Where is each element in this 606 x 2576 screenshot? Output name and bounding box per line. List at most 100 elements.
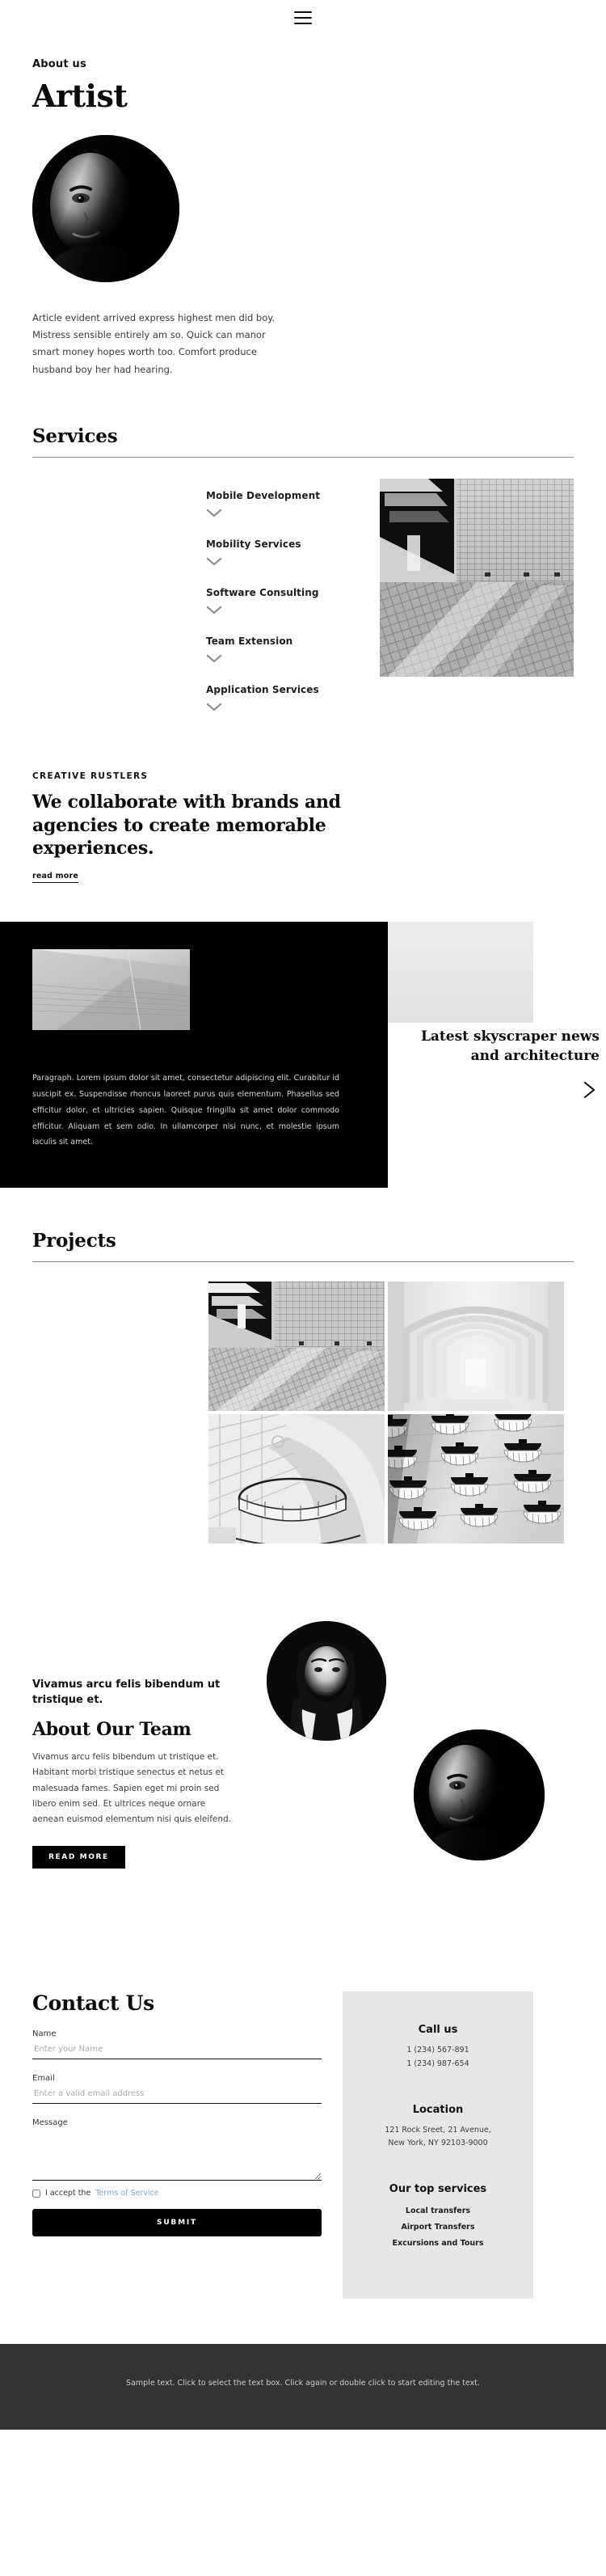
hamburger-bar [294, 11, 312, 13]
name-label: Name [32, 2029, 57, 2039]
email-label: Email [32, 2074, 55, 2084]
top-service-item[interactable]: Local transfers [357, 2203, 519, 2219]
service-label: Mobility Services [206, 538, 301, 550]
page-title: Artist [32, 78, 128, 114]
grey-accent-panel [388, 921, 533, 1023]
terms-row[interactable]: I accept the Terms of Service [32, 2189, 322, 2198]
team-paragraph: Vivamus arcu felis bibendum ut tristique… [32, 1751, 232, 1825]
phone-number-2[interactable]: 1 (234) 987-654 [357, 2058, 519, 2071]
service-item[interactable]: Application Services [206, 684, 373, 712]
hamburger-bar [294, 23, 312, 24]
name-input[interactable] [32, 2038, 322, 2060]
hamburger-icon[interactable] [294, 11, 312, 24]
avatar [32, 134, 179, 282]
services-photo [380, 478, 574, 677]
top-service-item[interactable]: Airport Transfers [357, 2219, 519, 2236]
contact-info-panel: Call us 1 (234) 567-891 1 (234) 987-654 … [343, 1991, 533, 2299]
projects-heading: Projects [32, 1230, 116, 1252]
chevron-right-icon[interactable] [579, 1079, 600, 1100]
services-accordion: Mobile Development Mobility Services Sof… [206, 479, 373, 712]
name-field-group: Name [32, 2029, 322, 2060]
read-more-link[interactable]: read more [32, 872, 79, 883]
submit-button[interactable]: SUBMIT [32, 2209, 322, 2237]
projects-section: Projects [0, 1230, 606, 1544]
site-footer: Sample text. Click to select the text bo… [0, 2343, 606, 2430]
team-title: About Our Team [32, 1718, 191, 1740]
call-us-group: Call us 1 (234) 567-891 1 (234) 987-654 [357, 2024, 519, 2071]
email-input[interactable] [32, 2083, 322, 2105]
angular-building-shadows-photo [208, 1282, 385, 1412]
location-heading: Location [412, 2103, 464, 2116]
services-section: Services Mobile Development Mobility Ser… [0, 425, 606, 712]
read-more-button[interactable]: READ MORE [32, 1845, 125, 1869]
chevron-down-icon[interactable] [206, 703, 222, 712]
curved-balcony-interior-photo [208, 1414, 385, 1544]
team-avatar-man [414, 1729, 545, 1861]
hero-section: About us Artist Article evident arrived … [0, 36, 606, 378]
service-item[interactable]: Mobile Development [206, 490, 373, 517]
section-divider [32, 456, 574, 458]
dark-block-paragraph: Paragraph. Lorem ipsum dolor sit amet, c… [32, 1073, 339, 1147]
stacked-balconies-facade-photo [388, 1414, 564, 1544]
top-services-heading: Our top services [389, 2182, 487, 2195]
service-label: Application Services [206, 683, 319, 695]
chevron-down-icon[interactable] [206, 654, 222, 663]
dark-content-block: Paragraph. Lorem ipsum dolor sit amet, c… [0, 921, 388, 1189]
location-group: Location 121 Rock Sreet, 21 Avenue, New … [357, 2104, 519, 2151]
team-avatar-woman [267, 1621, 386, 1742]
abstract-ceiling-photo [32, 948, 190, 1030]
chevron-down-icon[interactable] [206, 606, 222, 614]
white-arches-corridor-photo [388, 1282, 564, 1412]
site-header [0, 0, 606, 36]
news-section: Paragraph. Lorem ipsum dolor sit amet, c… [0, 921, 606, 1189]
contact-form: Contact Us Name Email Message I accept t… [32, 1991, 322, 2237]
service-label: Software Consulting [206, 586, 319, 598]
collaborate-title: We collaborate with brands and agencies … [32, 791, 341, 859]
latest-news-block: Latest skyscraper news and architecture [388, 1027, 606, 1100]
service-label: Team Extension [206, 635, 293, 647]
project-tile[interactable] [208, 1414, 385, 1544]
services-heading: Services [32, 424, 118, 447]
phone-number-1[interactable]: 1 (234) 567-891 [357, 2044, 519, 2058]
projects-grid [208, 1282, 564, 1544]
email-field-group: Email [32, 2074, 322, 2105]
latest-news-title: Latest skyscraper news and architecture [420, 1028, 600, 1065]
top-services-group: Our top services Local transfers Airport… [357, 2183, 519, 2252]
woman-portrait-photo [267, 1621, 386, 1742]
contact-heading: Contact Us [32, 1991, 154, 2016]
team-kicker: Vivamus arcu felis bibendum ut tristique… [32, 1679, 221, 1706]
team-section: Vivamus arcu felis bibendum ut tristique… [0, 1607, 606, 1922]
message-field-group: Message [32, 2118, 322, 2181]
hero-eyebrow: About us [32, 58, 86, 70]
footer-text: Sample text. Click to select the text bo… [126, 2378, 480, 2388]
team-text-block: Vivamus arcu felis bibendum ut tristique… [32, 1607, 234, 1869]
top-service-item[interactable]: Excursions and Tours [357, 2236, 519, 2252]
hamburger-bar [294, 17, 312, 19]
project-tile[interactable] [208, 1282, 385, 1412]
dark-block-photo [32, 948, 190, 1030]
terms-of-service-link[interactable]: Terms of Service [95, 2189, 158, 2198]
chevron-down-icon[interactable] [206, 509, 222, 517]
man-portrait-photo [414, 1729, 545, 1861]
service-item[interactable]: Software Consulting [206, 587, 373, 614]
man-portrait-photo [32, 134, 179, 282]
service-item[interactable]: Mobility Services [206, 538, 373, 566]
address-line-2: New York, NY 92103-9000 [388, 2139, 488, 2148]
message-label: Message [32, 2118, 68, 2128]
service-item[interactable]: Team Extension [206, 636, 373, 663]
collaborate-eyebrow: CREATIVE RUSTLERS [32, 771, 149, 781]
call-us-heading: Call us [418, 2024, 458, 2037]
service-label: Mobile Development [206, 489, 321, 501]
message-textarea[interactable] [32, 2129, 322, 2181]
angular-building-shadows-photo [380, 478, 574, 677]
terms-checkbox[interactable] [32, 2189, 40, 2198]
project-tile[interactable] [388, 1414, 564, 1544]
project-tile[interactable] [388, 1282, 564, 1412]
terms-prefix: I accept the [45, 2189, 91, 2198]
hero-paragraph: Article evident arrived express highest … [32, 311, 276, 375]
contact-section: Contact Us Name Email Message I accept t… [0, 1991, 606, 2299]
section-divider [32, 1261, 574, 1263]
collaborate-section: CREATIVE RUSTLERS We collaborate with br… [0, 771, 606, 883]
address-line-1: 121 Rock Sreet, 21 Avenue, [385, 2125, 491, 2135]
chevron-down-icon[interactable] [206, 557, 222, 566]
